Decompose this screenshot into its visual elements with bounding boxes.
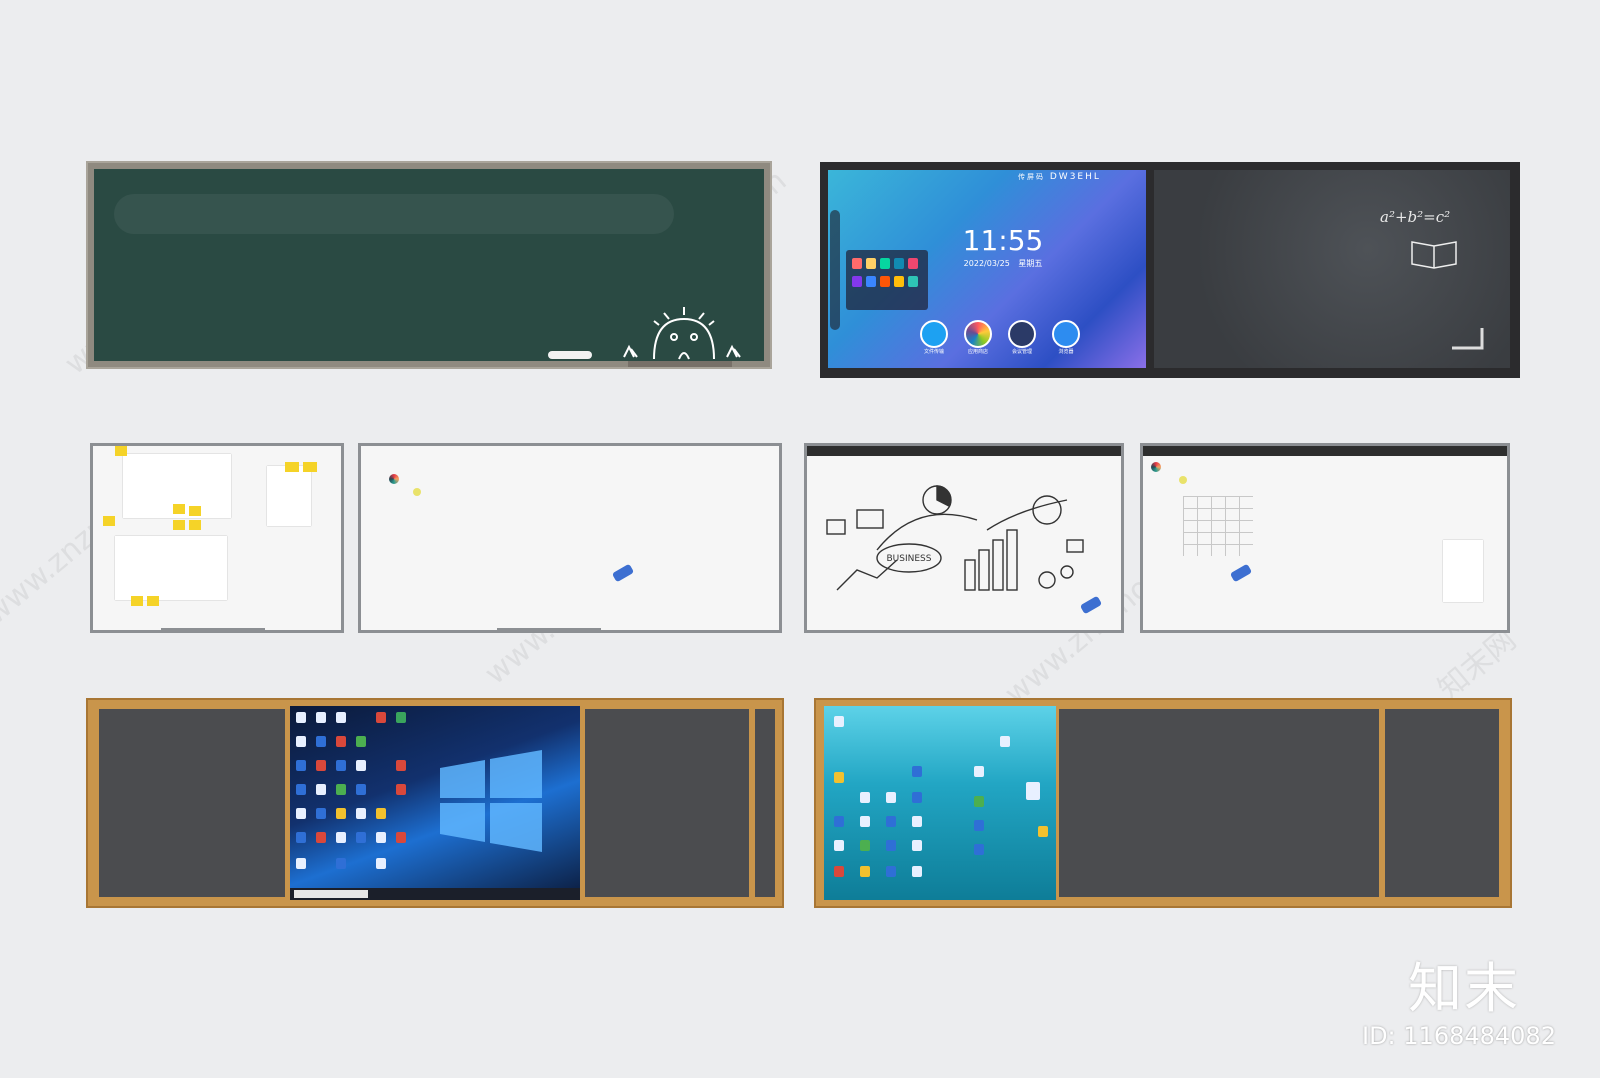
sliding-board-windows	[86, 698, 784, 908]
dock-label: 会议管理	[1011, 349, 1032, 355]
sticky-note[interactable]	[103, 516, 115, 526]
dock-app-meeting[interactable]: 会议管理	[1006, 320, 1038, 355]
chalkboard	[86, 161, 772, 369]
plain-whiteboard	[358, 443, 782, 633]
clock-weekday: 星期五	[1018, 259, 1043, 268]
brand-label: DW3EHL	[1049, 172, 1101, 182]
desktop-screen[interactable]	[824, 706, 1056, 900]
image-id: ID: 1168484082	[1362, 1022, 1556, 1050]
chalk-smudge	[114, 194, 674, 234]
app-panel[interactable]	[846, 250, 928, 310]
corner-bracket-icon	[1452, 328, 1484, 350]
book-icon	[1411, 241, 1457, 269]
marker-tray	[161, 628, 265, 633]
sketch-sheet	[267, 466, 311, 526]
sliding-board-desktop	[814, 698, 1512, 908]
magnet-icon[interactable]	[1151, 462, 1161, 472]
slate-panel[interactable]: a²+b²=c²	[1154, 170, 1510, 368]
chalk-drawing-face-icon	[623, 307, 741, 360]
smart-screen[interactable]: 传屏码 DW3EHL 11:55 2022/03/25 星期五 文件传输 应用商…	[828, 170, 1146, 368]
magnet-icon[interactable]	[1179, 476, 1187, 484]
business-whiteboard: BUSINESS	[804, 443, 1124, 633]
sticky-note[interactable]	[189, 520, 201, 530]
sticky-note[interactable]	[131, 596, 143, 606]
slate-panel-right[interactable]	[1382, 706, 1502, 900]
sticky-note[interactable]	[189, 506, 201, 516]
slate-panel-middle[interactable]	[1056, 706, 1382, 900]
windows-logo-icon	[440, 750, 542, 852]
status-bar: 传屏码 DW3EHL	[1018, 172, 1146, 182]
taskbar-search[interactable]	[294, 890, 368, 898]
dock-label: 浏览器	[1058, 349, 1074, 355]
slate-panel-edge	[752, 706, 778, 900]
marker-tray	[497, 628, 601, 633]
eraser-icon[interactable]	[1229, 563, 1253, 583]
site-logo: 知末	[1408, 957, 1520, 1020]
windows-screen[interactable]	[290, 706, 580, 900]
business-label: BUSINESS	[887, 554, 932, 564]
business-doodle: BUSINESS	[826, 485, 1084, 591]
magnet-icon[interactable]	[413, 488, 421, 496]
sticky-note[interactable]	[303, 462, 317, 472]
formula-text: a²+b²=c²	[1380, 208, 1451, 226]
chalkboard-surface	[94, 169, 764, 361]
sticky-note[interactable]	[147, 596, 159, 606]
clock-date: 2022/03/25	[963, 259, 1010, 268]
chalk-piece[interactable]	[548, 351, 592, 359]
slate-panel-right[interactable]	[582, 706, 752, 900]
clock-date-row: 2022/03/25 星期五	[948, 258, 1058, 269]
magnet-icon[interactable]	[389, 474, 399, 484]
sticky-note[interactable]	[115, 446, 127, 456]
eraser-icon[interactable]	[611, 563, 635, 583]
sticky-note[interactable]	[285, 462, 299, 472]
status-label: 传屏码	[1018, 173, 1045, 181]
dock-app-file-transfer[interactable]: 文件传输	[918, 320, 950, 355]
whiteboard-header-strip	[1143, 446, 1507, 456]
sketch-sheet	[1443, 540, 1483, 602]
dock-label: 文件传输	[923, 349, 944, 355]
clock-time: 11:55	[962, 224, 1044, 257]
taskbar[interactable]	[290, 888, 580, 900]
whiteboard-header-strip	[807, 446, 1121, 456]
chalk-tray	[628, 361, 732, 367]
grid-whiteboard	[1140, 443, 1510, 633]
sticky-note[interactable]	[173, 504, 185, 514]
diagram-sheet	[115, 536, 227, 600]
dock-app-store[interactable]: 应用商店	[962, 320, 994, 355]
dock: 文件传输 应用商店 会议管理 浏览器	[918, 320, 1088, 360]
dock-app-browser[interactable]: 浏览器	[1050, 320, 1082, 355]
side-toolbar[interactable]	[830, 210, 840, 330]
desktop-icons	[296, 712, 416, 882]
sticky-note[interactable]	[173, 520, 185, 530]
dock-label: 应用商店	[967, 349, 988, 355]
smart-board: 传屏码 DW3EHL 11:55 2022/03/25 星期五 文件传输 应用商…	[820, 162, 1520, 378]
slate-panel-left[interactable]	[96, 706, 288, 900]
grid-sketch	[1183, 496, 1253, 556]
corkboard-whiteboard	[90, 443, 344, 633]
